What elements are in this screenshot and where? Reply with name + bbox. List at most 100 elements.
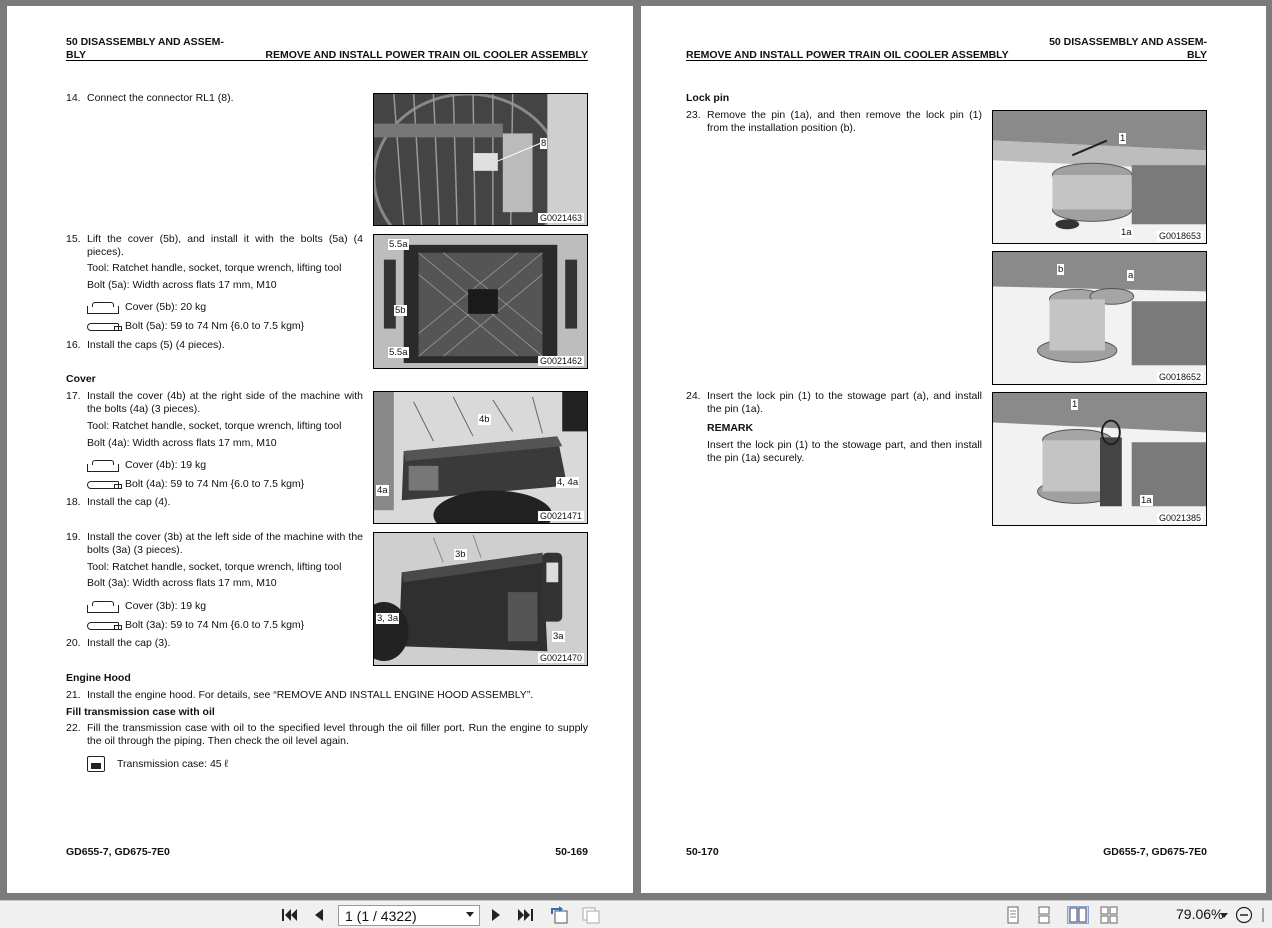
step-19-bolt: Bolt (3a): Width across flats 17 mm, M10: [87, 577, 277, 589]
chevron-down-icon: [466, 912, 474, 917]
figure-callout: 5.5a: [388, 347, 409, 358]
first-page-button[interactable]: [279, 905, 301, 925]
next-page-icon: [492, 909, 500, 921]
section-heading-cover: Cover: [66, 373, 96, 385]
step-15: 15. Lift the cover (5b), and install it …: [66, 233, 363, 258]
figure-lock-pin-stowage: 1 1a G0021385: [992, 392, 1207, 526]
figure-callout: 3, 3a: [376, 613, 400, 624]
remark-text: Insert the lock pin (1) to the stowage p…: [707, 439, 982, 464]
figure-cover-4b: 4b 4a 4, 4a G0021471: [373, 391, 588, 524]
figure-callout: 1: [1119, 133, 1127, 144]
figure-illustration: [993, 252, 1206, 384]
continuous-page-icon: [1038, 906, 1050, 924]
next-page-button[interactable]: [485, 905, 507, 925]
step-15-bolt: Bolt (5a): Width across flats 17 mm, M10: [87, 279, 277, 291]
go-back-view-icon: [551, 906, 568, 924]
figure-callout: 8: [540, 138, 548, 149]
step-17-tool: Tool: Ratchet handle, socket, torque wre…: [87, 420, 342, 432]
footer-model: GD655-7, GD675-7E0: [1103, 846, 1207, 858]
section-heading-engine-hood: Engine Hood: [66, 672, 131, 684]
left-step-list: 14. Connect the connector RL1 (8). 15. L…: [66, 6, 366, 886]
figure-callout: b: [1057, 264, 1065, 275]
header-rule: [686, 60, 1207, 61]
step-14: 14. Connect the connector RL1 (8).: [66, 92, 234, 104]
step-20: 20. Install the cap (3).: [66, 637, 171, 649]
figure-callout: 4a: [376, 485, 389, 496]
figure-callout: 1a: [1140, 495, 1153, 506]
footer-model: GD655-7, GD675-7E0: [66, 846, 170, 858]
step-18: 18. Install the cap (4).: [66, 496, 171, 508]
figure-code: G0021385: [1156, 513, 1203, 523]
step-17-torque: Bolt (4a): 59 to 74 Nm {6.0 to 7.5 kgm}: [87, 478, 304, 491]
figure-code: G0021471: [537, 511, 584, 521]
facing-view-button[interactable]: [1067, 906, 1089, 924]
single-page-view-button[interactable]: [1004, 906, 1022, 924]
step-23: 23. Remove the pin (1a), and then remove…: [686, 109, 982, 134]
figure-cover-3b: 3b 3, 3a 3a G0021470: [373, 532, 588, 666]
figure-cover-5b: 5.5a 5b 5.5a G0021462: [373, 234, 588, 369]
figure-callout: 4b: [478, 414, 491, 425]
left-page: 50 DISASSEMBLY AND ASSEM- BLY REMOVE AND…: [7, 6, 633, 893]
torque-wrench-icon: [87, 480, 122, 489]
section-heading-fill-oil: Fill transmission case with oil: [66, 706, 215, 718]
last-page-icon: [518, 909, 533, 921]
right-page: REMOVE AND INSTALL POWER TRAIN OIL COOLE…: [641, 6, 1266, 893]
previous-page-button[interactable]: [308, 905, 330, 925]
go-forward-view-icon: [582, 907, 600, 924]
page-selector[interactable]: 1 (1 / 4322): [338, 905, 480, 926]
zoom-out-button[interactable]: [1233, 905, 1255, 925]
footer-page-number: 50-170: [686, 846, 719, 858]
step-16: 16. Install the caps (5) (4 pieces).: [66, 339, 225, 351]
section-heading-lock-pin: Lock pin: [686, 92, 730, 104]
figure-callout: 3b: [454, 549, 467, 560]
figure-callout: 1: [1071, 399, 1079, 410]
first-page-icon: [282, 909, 297, 921]
step-19-weight: Cover (3b): 19 kg: [87, 600, 206, 613]
step-15-tool: Tool: Ratchet handle, socket, torque wre…: [87, 262, 342, 274]
step-19: 19. Install the cover (3b) at the left s…: [66, 531, 363, 556]
figure-illustration: [993, 393, 1206, 525]
single-page-icon: [1007, 906, 1019, 924]
figure-lock-pin-positions: b a G0018652: [992, 251, 1207, 385]
step-17-bolt: Bolt (4a): Width across flats 17 mm, M10: [87, 437, 277, 449]
weight-icon: [87, 459, 119, 472]
chevron-down-icon: [1220, 913, 1228, 918]
step-19-tool: Tool: Ratchet handle, socket, torque wre…: [87, 561, 342, 573]
figure-illustration: [374, 94, 587, 225]
step-22: 22. Fill the transmission case with oil …: [66, 722, 588, 747]
weight-icon: [87, 301, 119, 314]
figure-code: G0021462: [537, 356, 584, 366]
step-15-torque: Bolt (5a): 59 to 74 Nm {6.0 to 7.5 kgm}: [87, 320, 304, 333]
figure-callout: a: [1127, 270, 1135, 281]
weight-icon: [87, 600, 119, 613]
zoom-level: 79.06%: [1176, 906, 1224, 922]
step-15-weight: Cover (5b): 20 kg: [87, 301, 206, 314]
footer-page-number: 50-169: [555, 846, 588, 858]
figure-code: G0018652: [1156, 372, 1203, 382]
step-24: 24. Insert the lock pin (1) to the stowa…: [686, 390, 982, 415]
figure-connector-rl1: 8 G0021463: [373, 93, 588, 226]
step-17: 17. Install the cover (4b) at the right …: [66, 390, 363, 415]
step-17-weight: Cover (4b): 19 kg: [87, 459, 206, 472]
continuous-facing-view-button[interactable]: [1100, 906, 1118, 924]
zoom-dropdown-button[interactable]: [1218, 905, 1230, 925]
remark-heading: REMARK: [707, 422, 754, 434]
facing-pages-icon: [1069, 907, 1087, 923]
go-forward-view-button[interactable]: [580, 905, 602, 925]
oil-can-icon: [87, 756, 105, 772]
viewer-toolbar: 1 (1 / 4322) 79.06%: [0, 900, 1272, 928]
torque-wrench-icon: [87, 322, 122, 331]
figure-lock-pin-remove: 1 1a G0018653: [992, 110, 1207, 244]
last-page-button[interactable]: [514, 905, 536, 925]
continuous-facing-icon: [1100, 906, 1118, 924]
step-19-torque: Bolt (3a): 59 to 74 Nm {6.0 to 7.5 kgm}: [87, 619, 304, 632]
continuous-view-button[interactable]: [1035, 906, 1053, 924]
step-22-oil-capacity: Transmission case: 45 ℓ: [87, 756, 228, 772]
figure-callout: 3a: [552, 631, 565, 642]
torque-wrench-icon: [87, 621, 122, 630]
figure-callout: 5b: [394, 305, 407, 316]
step-21: 21. Install the engine hood. For details…: [66, 689, 534, 701]
figure-callout: 1a: [1120, 227, 1133, 238]
figure-illustration: [993, 111, 1206, 243]
go-back-view-button[interactable]: [548, 905, 570, 925]
